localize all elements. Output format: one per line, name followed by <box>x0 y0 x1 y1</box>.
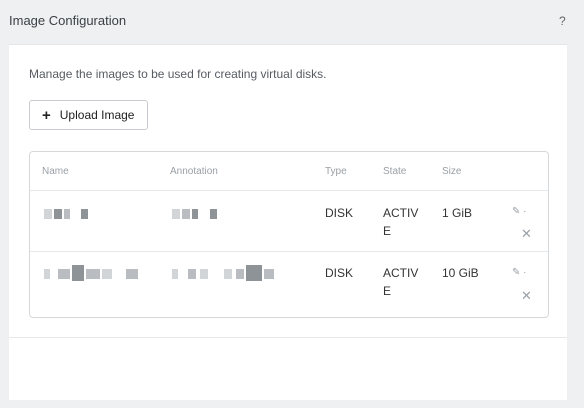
pencil-icon[interactable]: ✎ · <box>512 267 527 278</box>
row-divider <box>30 251 548 252</box>
upload-image-button[interactable]: + Upload Image <box>29 100 148 130</box>
redacted-block <box>210 209 217 219</box>
redacted-block <box>102 269 112 279</box>
redacted-block <box>200 269 208 279</box>
redacted-block <box>58 269 70 279</box>
redacted-block <box>126 269 138 279</box>
column-header-type[interactable]: Type <box>325 166 347 177</box>
redacted-block <box>188 269 196 279</box>
redacted-block <box>246 265 262 281</box>
redacted-block <box>81 209 88 219</box>
dialog-header: Image Configuration ? <box>0 0 584 44</box>
dialog-footer <box>9 337 567 400</box>
redacted-block <box>182 209 190 219</box>
redacted-block <box>192 209 198 219</box>
help-icon[interactable]: ? <box>559 14 566 28</box>
images-table: Name Annotation Type State Size DISK ACT… <box>29 151 549 318</box>
size-cell: 10 GiB <box>442 266 479 280</box>
redacted-block <box>236 269 244 279</box>
type-cell: DISK <box>325 206 354 220</box>
description-text: Manage the images to be used for creatin… <box>29 67 327 81</box>
close-icon[interactable]: ✕ <box>521 288 532 304</box>
dialog-title: Image Configuration <box>9 13 127 28</box>
image-configuration-dialog: Image Configuration ? Manage the images … <box>0 0 584 408</box>
upload-image-label: Upload Image <box>59 108 135 122</box>
column-header-state[interactable]: State <box>383 166 406 177</box>
close-icon[interactable]: ✕ <box>521 226 532 242</box>
state-cell: ACTIVE <box>383 206 419 238</box>
redacted-block <box>172 209 180 219</box>
redacted-block <box>72 265 84 281</box>
size-cell: 1 GiB <box>442 206 473 220</box>
redacted-block <box>64 209 70 219</box>
type-cell: DISK <box>325 266 354 280</box>
redacted-block <box>54 209 62 219</box>
redacted-block <box>44 269 50 279</box>
dialog-body: Manage the images to be used for creatin… <box>9 44 567 337</box>
state-cell: ACTIVE <box>383 266 419 298</box>
pencil-icon[interactable]: ✎ · <box>512 206 527 217</box>
column-header-size[interactable]: Size <box>442 166 461 177</box>
redacted-block <box>86 269 100 279</box>
redacted-block <box>172 269 178 279</box>
column-header-annotation[interactable]: Annotation <box>170 166 218 177</box>
redacted-block <box>224 269 232 279</box>
redacted-block <box>264 269 274 279</box>
column-header-name[interactable]: Name <box>42 166 69 177</box>
plus-icon: + <box>42 106 51 124</box>
redacted-block <box>44 209 52 219</box>
header-divider <box>30 190 548 191</box>
